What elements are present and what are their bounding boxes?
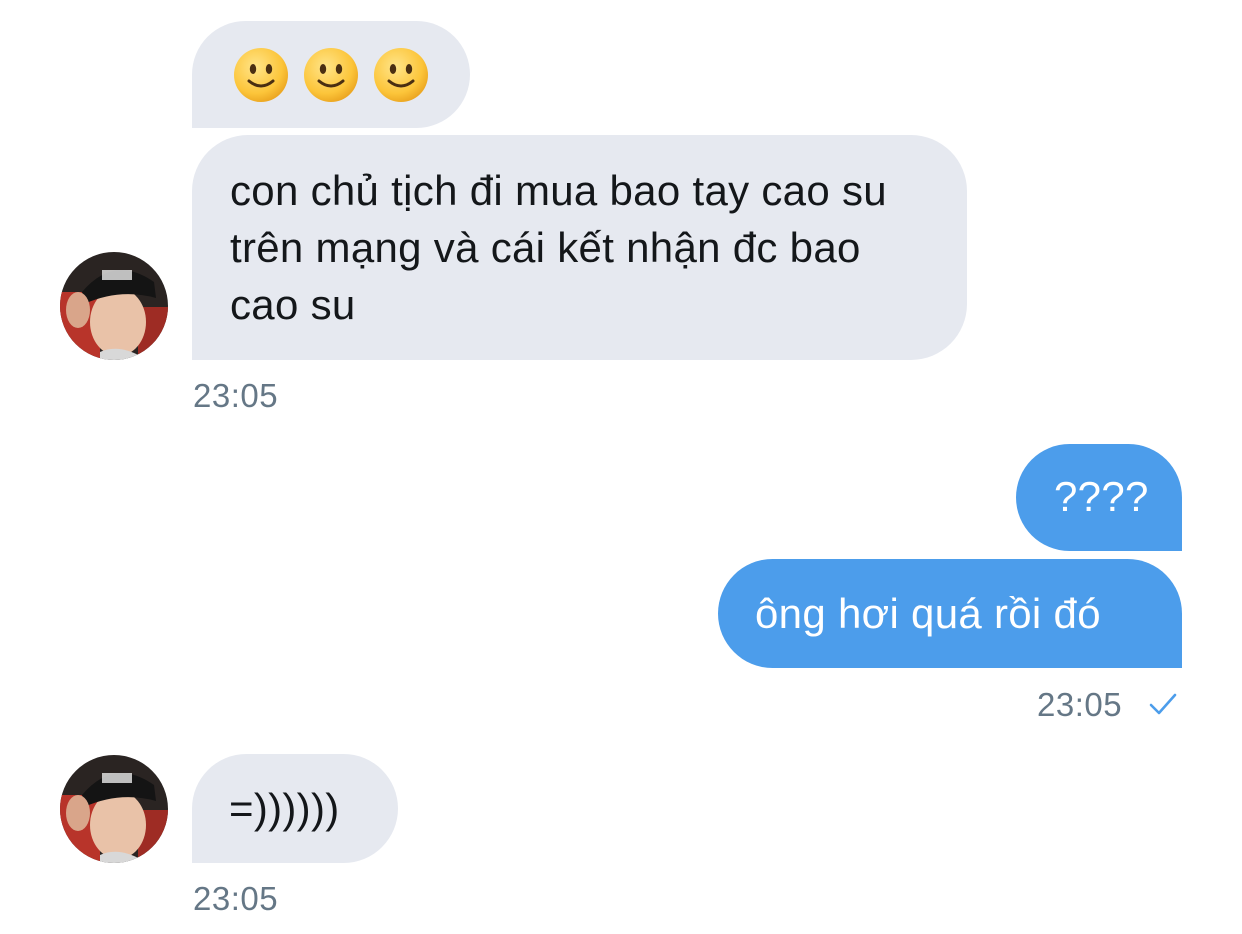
incoming-message-emoji[interactable] (192, 21, 470, 128)
slightly-smiling-face-icon (374, 47, 428, 102)
outgoing-message[interactable]: ông hơi quá rồi đó (718, 559, 1182, 668)
message-text: ông hơi quá rồi đó (755, 590, 1101, 637)
avatar-image (60, 755, 168, 863)
message-text: con chủ tịch đi mua bao tay cao su trên … (230, 167, 887, 328)
message-timestamp: 23:05 (1037, 686, 1123, 723)
slightly-smiling-face-icon (304, 47, 358, 102)
message-text: =)))))) (229, 785, 340, 832)
incoming-message[interactable]: con chủ tịch đi mua bao tay cao su trên … (192, 135, 967, 360)
slightly-smiling-face-icon (234, 47, 288, 102)
sender-avatar[interactable] (60, 755, 168, 863)
message-timestamp: 23:05 (193, 377, 279, 414)
sender-avatar[interactable] (60, 252, 168, 360)
outgoing-message[interactable]: ???? (1016, 444, 1182, 551)
check-icon (1149, 693, 1177, 715)
incoming-message[interactable]: =)))))) (192, 754, 398, 863)
message-timestamp: 23:05 (193, 880, 279, 917)
message-text: ???? (1054, 473, 1149, 520)
avatar-image (60, 252, 168, 360)
